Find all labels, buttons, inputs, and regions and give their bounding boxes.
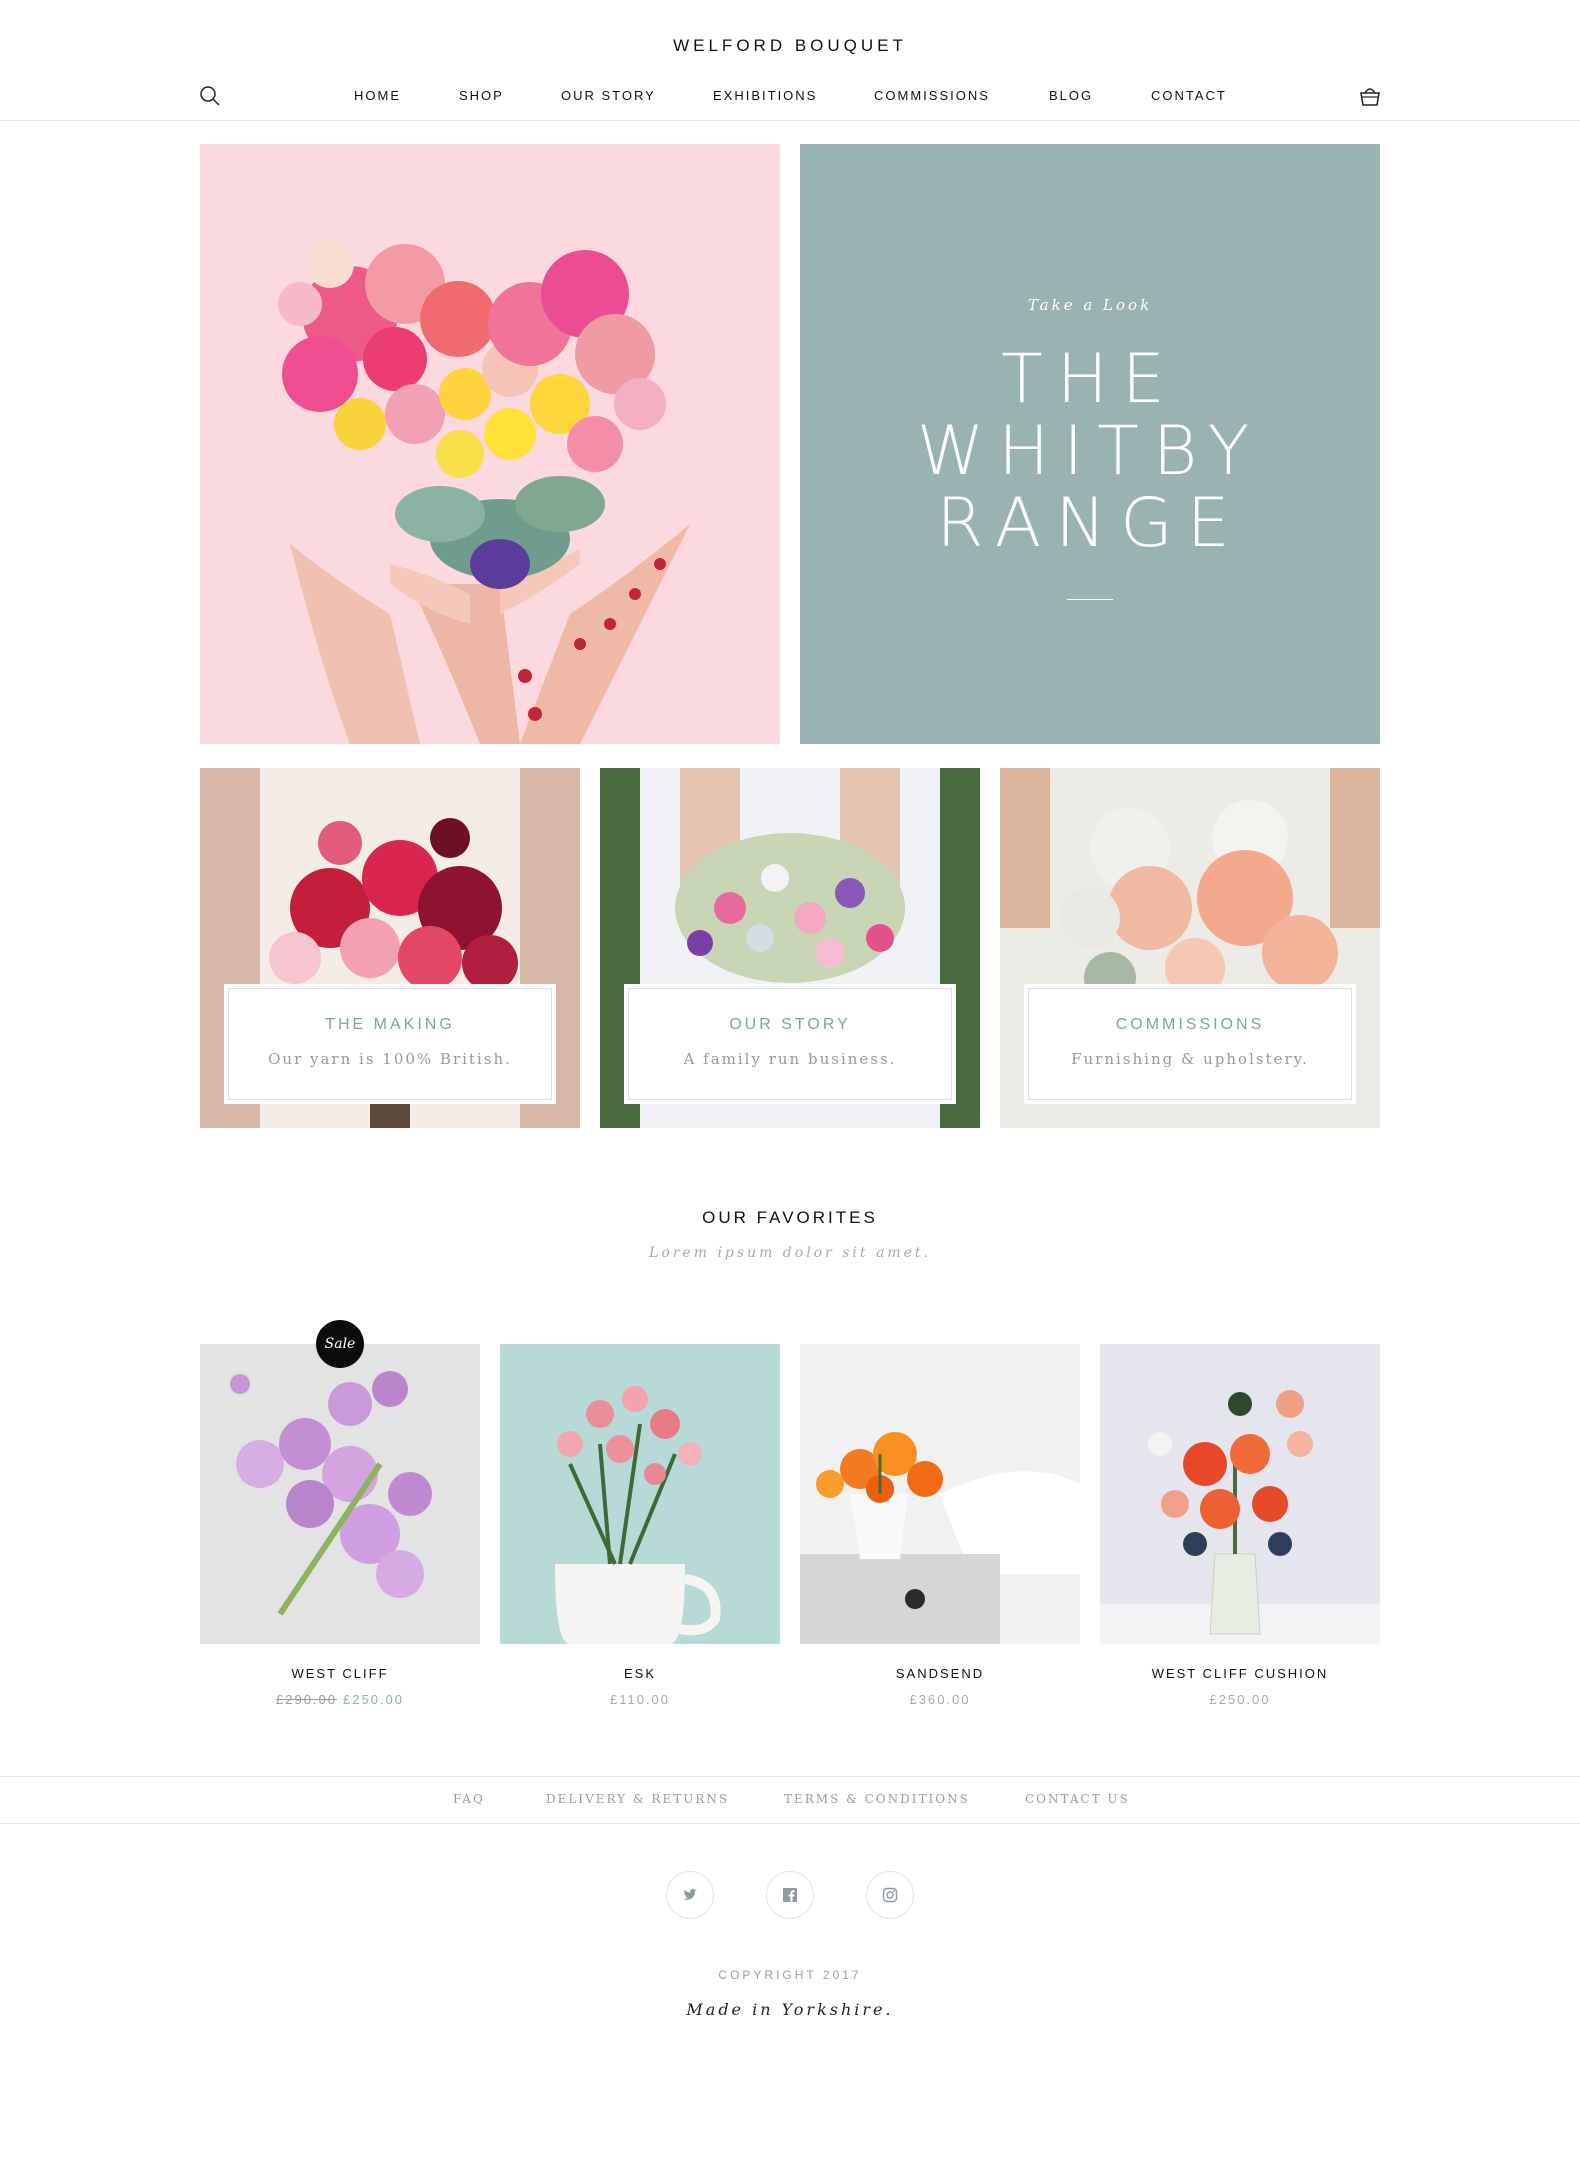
- product-card[interactable]: SANDSEND £360.00: [800, 1344, 1080, 1714]
- sale-price: £250.00: [343, 1692, 404, 1707]
- product-image: [200, 1344, 480, 1644]
- product-card[interactable]: ESK £110.00: [500, 1344, 780, 1714]
- hero-title-line: RANGE: [936, 484, 1244, 563]
- hero-title: THE WHITBY RANGE: [800, 344, 1380, 560]
- product-name: ESK: [623, 1666, 656, 1681]
- nav-contact[interactable]: CONTACT: [1151, 88, 1227, 103]
- tile-title: OUR STORY: [729, 1016, 851, 1033]
- tile-title: COMMISSIONS: [1115, 1016, 1265, 1033]
- tile-card: OUR STORY A family run business.: [624, 984, 956, 1104]
- original-price: £290.00: [276, 1692, 337, 1707]
- section-title: OUR FAVORITES: [702, 1208, 878, 1227]
- product-card[interactable]: Sale WEST CLIFF £290.00 £250.00: [200, 1320, 480, 1714]
- product-price: £360.00: [909, 1692, 971, 1707]
- hero-eyebrow: Take a Look: [1027, 296, 1153, 314]
- tile-the-making[interactable]: THE MAKING Our yarn is 100% British.: [200, 768, 580, 1128]
- product-card[interactable]: WEST CLIFF CUSHION £250.00: [1100, 1344, 1380, 1714]
- site-logo[interactable]: WELFORD BOUQUET: [0, 36, 1580, 56]
- product-name: WEST CLIFF CUSHION: [1151, 1666, 1329, 1681]
- instagram-icon[interactable]: [866, 1871, 914, 1919]
- section-subtitle: Lorem ipsum dolor sit amet.: [649, 1245, 931, 1261]
- product-image: [1100, 1344, 1380, 1644]
- tile-commissions[interactable]: COMMISSIONS Furnishing & upholstery.: [1000, 768, 1380, 1128]
- tile-title: THE MAKING: [325, 1016, 455, 1033]
- facebook-icon[interactable]: [766, 1871, 814, 1919]
- nav-blog[interactable]: BLOG: [1049, 88, 1093, 103]
- footer-nav: FAQ DELIVERY & RETURNS TERMS & CONDITION…: [0, 1776, 1580, 1824]
- tile-subtitle: Our yarn is 100% British.: [268, 1050, 512, 1068]
- tile-card: THE MAKING Our yarn is 100% British.: [224, 984, 556, 1104]
- tile-our-story[interactable]: OUR STORY A family run business.: [600, 768, 980, 1128]
- hero-title-line: WHITBY: [916, 412, 1264, 491]
- footer-link-terms[interactable]: TERMS & CONDITIONS: [784, 1792, 970, 1806]
- product-image: [500, 1344, 780, 1644]
- product-price: £250.00: [1209, 1692, 1271, 1707]
- tile-card: COMMISSIONS Furnishing & upholstery.: [1024, 984, 1356, 1104]
- footer-tagline: Made in Yorkshire.: [686, 2000, 894, 2019]
- hero-title-line: THE: [1001, 340, 1179, 419]
- hero-image: [200, 144, 780, 744]
- nav-exhibitions[interactable]: EXHIBITIONS: [713, 88, 817, 103]
- copyright-text: COPYRIGHT 2017: [718, 1968, 862, 1982]
- footer-link-delivery-returns[interactable]: DELIVERY & RETURNS: [546, 1792, 729, 1806]
- sale-badge: Sale: [316, 1320, 364, 1368]
- footer-link-contact-us[interactable]: CONTACT US: [1025, 1792, 1130, 1806]
- footer-link-faq[interactable]: FAQ: [453, 1792, 485, 1806]
- header-divider: [0, 120, 1580, 121]
- nav-commissions[interactable]: COMMISSIONS: [874, 88, 990, 103]
- hero-promo-panel[interactable]: Take a Look THE WHITBY RANGE: [800, 144, 1380, 744]
- nav-our-story[interactable]: OUR STORY: [561, 88, 656, 103]
- twitter-icon[interactable]: [666, 1871, 714, 1919]
- basket-icon[interactable]: [1356, 82, 1384, 110]
- nav-home[interactable]: HOME: [354, 88, 401, 103]
- tile-subtitle: Furnishing & upholstery.: [1071, 1050, 1309, 1068]
- product-image: [800, 1344, 1080, 1644]
- hero-divider: [1067, 599, 1113, 600]
- main-nav: HOME SHOP OUR STORY EXHIBITIONS COMMISSI…: [0, 88, 1580, 108]
- product-price: £290.00 £250.00: [200, 1692, 480, 1707]
- product-price: £110.00: [609, 1692, 671, 1707]
- nav-shop[interactable]: SHOP: [459, 88, 504, 103]
- product-name: SANDSEND: [895, 1666, 985, 1681]
- product-name: WEST CLIFF: [291, 1666, 389, 1681]
- tile-subtitle: A family run business.: [683, 1050, 897, 1068]
